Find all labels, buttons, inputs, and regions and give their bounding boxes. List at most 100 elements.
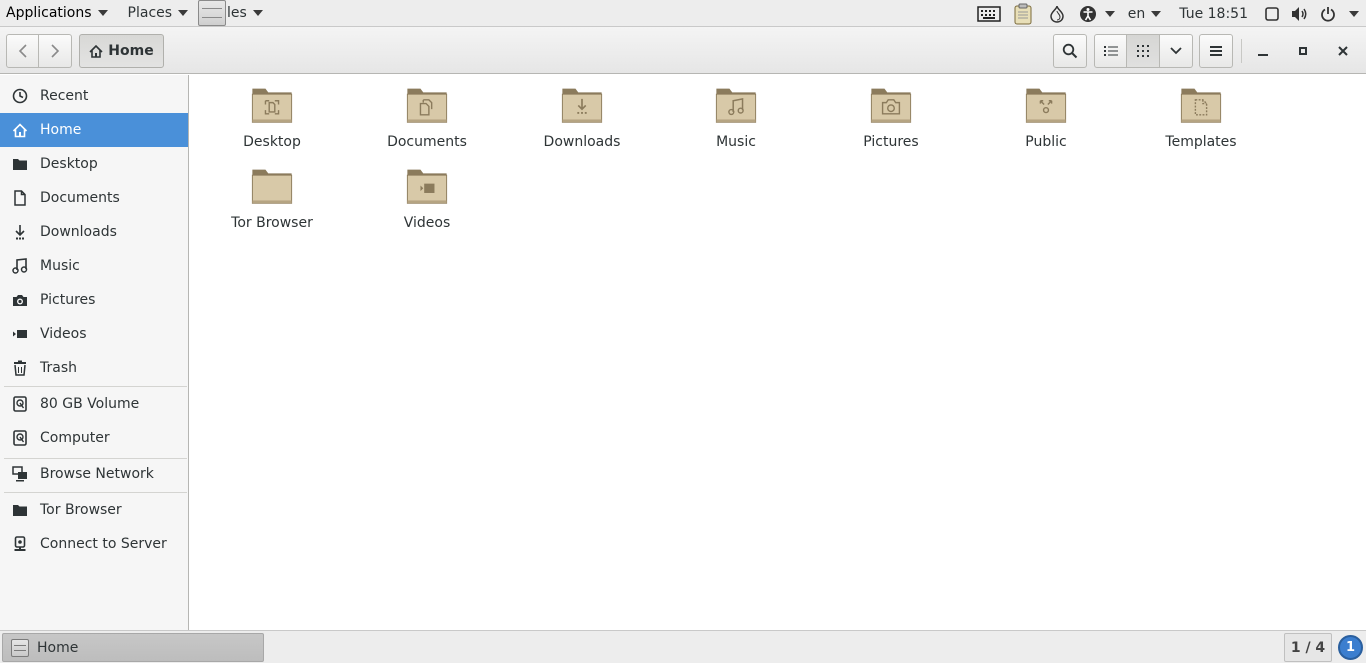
close-icon <box>1338 46 1348 56</box>
chevron-down-icon <box>252 10 263 16</box>
folder-icon <box>11 501 29 519</box>
file-item-desktop[interactable]: Desktop <box>207 75 337 150</box>
sidebar-item-music[interactable]: Music <box>0 249 188 283</box>
camera-icon <box>11 291 29 309</box>
top-panel: Applications Places Files en Tue 18:51 <box>0 0 1366 27</box>
sidebar-item-pictures[interactable]: Pictures <box>0 283 188 317</box>
download-icon <box>11 223 29 241</box>
grid-view-button[interactable] <box>1127 34 1160 68</box>
sidebar-item-label: Trash <box>40 360 77 376</box>
sidebar-item-label: Browse Network <box>40 466 154 482</box>
folder-music-icon <box>715 88 757 123</box>
sidebar-item-home[interactable]: Home <box>0 113 188 147</box>
file-item-downloads[interactable]: Downloads <box>517 75 647 150</box>
bottom-panel: Home 1 / 4 1 <box>0 630 1366 663</box>
clock[interactable]: Tue 18:51 <box>1169 6 1258 22</box>
onion-icon[interactable] <box>1040 0 1074 27</box>
places-menu[interactable]: Places <box>122 0 195 27</box>
file-item-music[interactable]: Music <box>671 75 801 150</box>
list-view-button[interactable] <box>1094 34 1127 68</box>
view-mode-buttons <box>1094 34 1193 68</box>
sidebar-item-documents[interactable]: Documents <box>0 181 188 215</box>
file-item-label: Pictures <box>863 134 919 150</box>
file-item-documents[interactable]: Documents <box>362 75 492 150</box>
trash-icon <box>11 359 29 377</box>
file-item-videos[interactable]: Videos <box>362 156 492 231</box>
sidebar-item-label: Tor Browser <box>40 502 122 518</box>
sidebar-item-computer[interactable]: Computer <box>0 421 188 455</box>
sidebar-item-label: 80 GB Volume <box>40 396 140 412</box>
window-icon[interactable] <box>1258 0 1286 27</box>
folder-pictures-icon <box>870 88 912 123</box>
sidebar-item-tor-browser[interactable]: Tor Browser <box>0 493 188 527</box>
sidebar-item-browse-network[interactable]: Browse Network <box>0 457 188 491</box>
file-item-label: Desktop <box>243 134 301 150</box>
file-item-label: Downloads <box>543 134 621 150</box>
notification-badge[interactable]: 1 <box>1338 635 1363 660</box>
chevron-down-icon <box>178 10 189 16</box>
file-item-tor-browser[interactable]: Tor Browser <box>207 156 337 231</box>
system-tray: en Tue 18:51 <box>972 0 1366 27</box>
sidebar-item-trash[interactable]: Trash <box>0 351 188 385</box>
maximize-icon <box>1299 47 1307 55</box>
sidebar-item-videos[interactable]: Videos <box>0 317 188 351</box>
taskbar-item-home[interactable]: Home <box>2 633 264 662</box>
power-icon[interactable] <box>1314 0 1342 27</box>
sidebar-item-label: Documents <box>40 190 120 206</box>
search-button[interactable] <box>1053 34 1087 68</box>
file-item-label: Templates <box>1165 134 1237 150</box>
applications-menu[interactable]: Applications <box>0 0 114 27</box>
clipboard-icon[interactable] <box>1006 0 1040 27</box>
file-item-label: Tor Browser <box>231 215 313 231</box>
sidebar-item-connect-to-server[interactable]: Connect to Server <box>0 527 188 561</box>
minimize-icon <box>1258 54 1268 56</box>
folder-videos-icon <box>406 169 448 204</box>
language-selector[interactable]: en <box>1120 6 1170 22</box>
places-label: Places <box>127 5 173 21</box>
history-buttons <box>6 34 72 68</box>
sidebar-item-recent[interactable]: Recent <box>0 79 188 113</box>
search-icon <box>1062 43 1078 59</box>
header-separator <box>1241 39 1242 63</box>
accessibility-icon[interactable] <box>1074 0 1120 27</box>
network-icon <box>11 465 29 483</box>
file-cabinet-icon <box>196 0 227 27</box>
back-button[interactable] <box>6 34 39 68</box>
minimize-button[interactable] <box>1246 34 1280 68</box>
chevron-left-icon <box>18 44 27 58</box>
keyboard-icon[interactable] <box>972 0 1006 27</box>
file-item-label: Videos <box>403 215 451 231</box>
menu-button[interactable] <box>1199 34 1233 68</box>
sidebar-item-label: Recent <box>40 88 89 104</box>
file-item-templates[interactable]: Templates <box>1136 75 1266 150</box>
folder-icon <box>251 169 293 204</box>
forward-button[interactable] <box>39 34 72 68</box>
chevron-down-icon <box>1104 10 1115 17</box>
sidebar-item-80gb-volume[interactable]: 80 GB Volume <box>0 387 188 421</box>
sidebar-item-label: Music <box>40 258 80 274</box>
sidebar: Recent Home Desktop Documents Downloads … <box>0 75 189 630</box>
file-item-pictures[interactable]: Pictures <box>826 75 956 150</box>
file-item-label: Music <box>716 134 756 150</box>
document-icon <box>11 189 29 207</box>
folder-templates-icon <box>1180 88 1222 123</box>
folder-documents-icon <box>406 88 448 123</box>
grid-icon <box>1137 45 1149 57</box>
folder-public-icon <box>1025 88 1067 123</box>
workspace-indicator[interactable]: 1 / 4 <box>1284 633 1332 662</box>
file-item-public[interactable]: Public <box>981 75 1111 150</box>
chevron-down-icon <box>1170 47 1182 55</box>
close-button[interactable] <box>1326 34 1360 68</box>
list-icon <box>1103 46 1118 56</box>
breadcrumb-home[interactable]: Home <box>79 34 164 68</box>
sidebar-item-desktop[interactable]: Desktop <box>0 147 188 181</box>
sidebar-item-downloads[interactable]: Downloads <box>0 215 188 249</box>
music-icon <box>11 257 29 275</box>
maximize-button[interactable] <box>1286 34 1320 68</box>
icon-view: Desktop Documents Downloads Music Pictur… <box>190 75 1366 630</box>
home-icon <box>11 121 29 139</box>
language-label: en <box>1127 5 1146 22</box>
view-options-button[interactable] <box>1160 34 1193 68</box>
volume-icon[interactable] <box>1286 0 1314 27</box>
chevron-down-icon[interactable] <box>1342 0 1366 27</box>
